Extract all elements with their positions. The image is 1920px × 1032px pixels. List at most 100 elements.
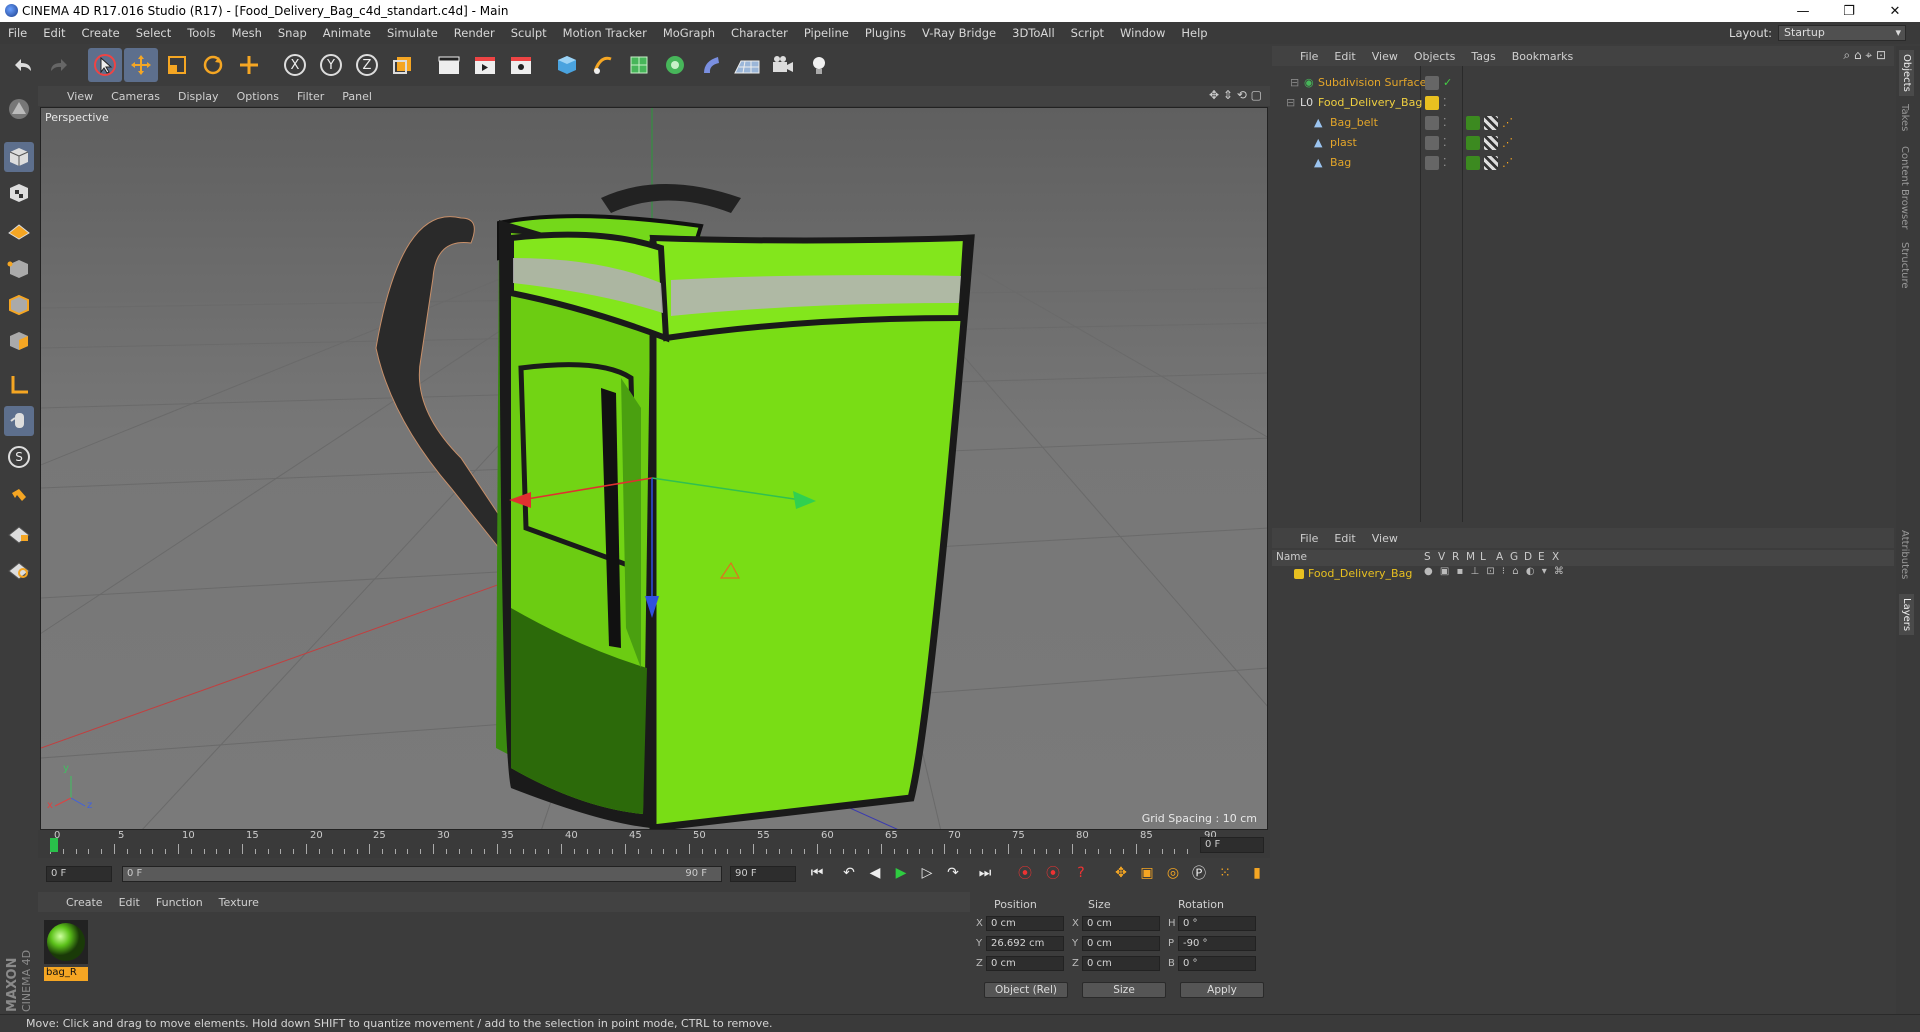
viewport-nav-icons[interactable]: ✥ ⇕ ⟲ ▢ — [1209, 88, 1262, 102]
side-tab-attributes[interactable]: Attributes — [1899, 530, 1910, 579]
edges-mode-button[interactable] — [4, 290, 34, 320]
uvw-tag-icon[interactable] — [1484, 116, 1498, 130]
render-settings-button[interactable] — [504, 48, 538, 82]
next-frame-button[interactable]: ▷ — [916, 862, 938, 884]
object-row-plast[interactable]: ▲ plast ⁚ ⋰ — [1272, 134, 1894, 152]
visibility-toggle-icon[interactable] — [1425, 76, 1439, 90]
menu-tools[interactable]: Tools — [179, 26, 223, 40]
3d-viewport[interactable]: y x z Perspective Grid Spacing : 10 cm — [40, 107, 1268, 830]
size-y-field[interactable]: 0 cm — [1082, 936, 1160, 951]
keyframe-selection-button[interactable]: ? — [1070, 862, 1092, 884]
object-row-subdivision-surface[interactable]: ⊟ ◉ Subdivision Surface ✓ — [1272, 74, 1894, 92]
uvw-tag-icon[interactable] — [1484, 156, 1498, 170]
material-menu-create[interactable]: Create — [58, 896, 111, 909]
menu-3dtoall[interactable]: 3DToAll — [1004, 26, 1063, 40]
menu-motion-tracker[interactable]: Motion Tracker — [555, 26, 655, 40]
enabled-check-icon[interactable]: ✓ — [1443, 76, 1452, 89]
z-axis-lock-button[interactable]: Z — [350, 48, 384, 82]
undo-button[interactable] — [6, 48, 40, 82]
material-swatch[interactable]: bag_R — [44, 920, 88, 981]
render-view-button[interactable] — [432, 48, 466, 82]
layer-col-xref[interactable]: X — [1552, 551, 1559, 563]
visibility-dots-icon[interactable]: ⁚ — [1443, 96, 1447, 109]
layer-color-tag[interactable] — [1425, 96, 1439, 110]
move-tool-button[interactable] — [124, 48, 158, 82]
menu-sculpt[interactable]: Sculpt — [503, 26, 555, 40]
size-mode-dropdown[interactable]: Size — [1082, 982, 1166, 998]
side-tab-content-browser[interactable]: Content Browser — [1899, 146, 1910, 229]
coordinate-system-button[interactable] — [386, 48, 420, 82]
layer-col-animation[interactable]: A — [1496, 551, 1503, 563]
object-menu-edit[interactable]: Edit — [1326, 50, 1363, 63]
layer-col-expressions[interactable]: E — [1538, 551, 1545, 563]
menu-mesh[interactable]: Mesh — [224, 26, 270, 40]
lock-workplane-button[interactable] — [4, 518, 34, 548]
viewport-menu-panel[interactable]: Panel — [333, 90, 381, 103]
tweak-mode-button[interactable] — [4, 406, 34, 436]
visibility-dots-icon[interactable]: ⁚ — [1443, 136, 1447, 149]
phong-tag-icon[interactable]: ⋰ — [1502, 116, 1513, 129]
tree-expand-icon[interactable]: ⊟ — [1286, 96, 1295, 109]
material-menu-texture[interactable]: Texture — [211, 896, 267, 909]
floor-object-button[interactable] — [730, 48, 764, 82]
light-object-button[interactable] — [802, 48, 836, 82]
previous-frame-button[interactable]: ◀ — [864, 862, 886, 884]
scale-tool-button[interactable] — [160, 48, 194, 82]
phong-tag-icon[interactable]: ⋰ — [1502, 136, 1513, 149]
object-menu-file[interactable]: File — [1292, 50, 1326, 63]
visibility-dots-icon[interactable]: ⁚ — [1443, 156, 1447, 169]
transform-tool-button[interactable] — [232, 48, 266, 82]
viewport-menu-cameras[interactable]: Cameras — [102, 90, 169, 103]
render-to-picture-viewer-button[interactable] — [468, 48, 502, 82]
apply-button[interactable]: Apply — [1180, 982, 1264, 998]
tree-expand-icon[interactable]: ⊟ — [1290, 76, 1299, 89]
rot-h-field[interactable]: 0 ° — [1178, 916, 1256, 931]
size-z-field[interactable]: 0 cm — [1082, 956, 1160, 971]
menu-window[interactable]: Window — [1112, 26, 1173, 40]
layer-col-locked[interactable]: L — [1480, 551, 1486, 563]
menu-simulate[interactable]: Simulate — [379, 26, 446, 40]
rot-p-field[interactable]: -90 ° — [1178, 936, 1256, 951]
pos-y-field[interactable]: 26.692 cm — [986, 936, 1064, 951]
next-key-button[interactable]: ↷ — [942, 862, 964, 884]
start-frame-field[interactable]: 0 F — [46, 866, 112, 882]
planar-workplane-button[interactable] — [4, 554, 34, 584]
viewport-menu-filter[interactable]: Filter — [288, 90, 333, 103]
layer-col-view[interactable]: V — [1438, 551, 1445, 563]
timeline-window-button[interactable]: ▮ — [1246, 862, 1268, 884]
menu-pipeline[interactable]: Pipeline — [796, 26, 857, 40]
side-tab-takes[interactable]: Takes — [1899, 104, 1910, 131]
side-tab-objects[interactable]: Objects — [1899, 50, 1914, 96]
layer-row[interactable]: Food_Delivery_Bag ● ▣ ▪ ⊥ ⊡ ⁝ ⌂ ◐ ▾ ⌘ — [1272, 566, 1894, 582]
viewport-menu-display[interactable]: Display — [169, 90, 228, 103]
material-tag-icon[interactable] — [1466, 136, 1480, 150]
key-pla-button[interactable]: ⁙ — [1214, 862, 1236, 884]
menu-script[interactable]: Script — [1063, 26, 1112, 40]
rot-b-field[interactable]: 0 ° — [1178, 956, 1256, 971]
deformer-button[interactable] — [694, 48, 728, 82]
material-tag-icon[interactable] — [1466, 156, 1480, 170]
key-parameter-button[interactable]: Ⓟ — [1188, 862, 1210, 884]
pos-x-field[interactable]: 0 cm — [986, 916, 1064, 931]
menu-render[interactable]: Render — [446, 26, 503, 40]
cube-object-button[interactable] — [550, 48, 584, 82]
object-row-bag-belt[interactable]: ▲ Bag_belt ⁚ ⋰ — [1272, 114, 1894, 132]
object-manager-search-icon[interactable]: ⌕ ⌂ ⌖ ⊡ — [1843, 48, 1886, 63]
timeline-ruler[interactable]: 0 5 10 15 20 25 30 35 40 45 50 55 60 65 70 75 80 85 90 0 F — [38, 830, 1270, 858]
side-tab-layers[interactable]: Layers — [1899, 594, 1914, 636]
layout-dropdown[interactable]: Startup — [1778, 25, 1906, 41]
rotate-tool-button[interactable] — [196, 48, 230, 82]
points-mode-button[interactable] — [4, 254, 34, 284]
workplane-mode-button[interactable] — [4, 214, 34, 244]
texture-mode-button[interactable] — [4, 178, 34, 208]
end-frame-field[interactable]: 90 F — [730, 866, 796, 882]
menu-character[interactable]: Character — [723, 26, 796, 40]
coordinate-mode-dropdown[interactable]: Object (Rel) — [984, 982, 1068, 998]
menu-help[interactable]: Help — [1173, 26, 1215, 40]
pos-z-field[interactable]: 0 cm — [986, 956, 1064, 971]
layer-col-deformers[interactable]: D — [1524, 551, 1532, 563]
layer-flags-icons[interactable]: ● ▣ ▪ ⊥ ⊡ ⁝ ⌂ ◐ ▾ ⌘ — [1424, 566, 1566, 577]
menu-plugins[interactable]: Plugins — [857, 26, 914, 40]
object-menu-objects[interactable]: Objects — [1406, 50, 1464, 63]
axis-mode-button[interactable] — [4, 370, 34, 400]
